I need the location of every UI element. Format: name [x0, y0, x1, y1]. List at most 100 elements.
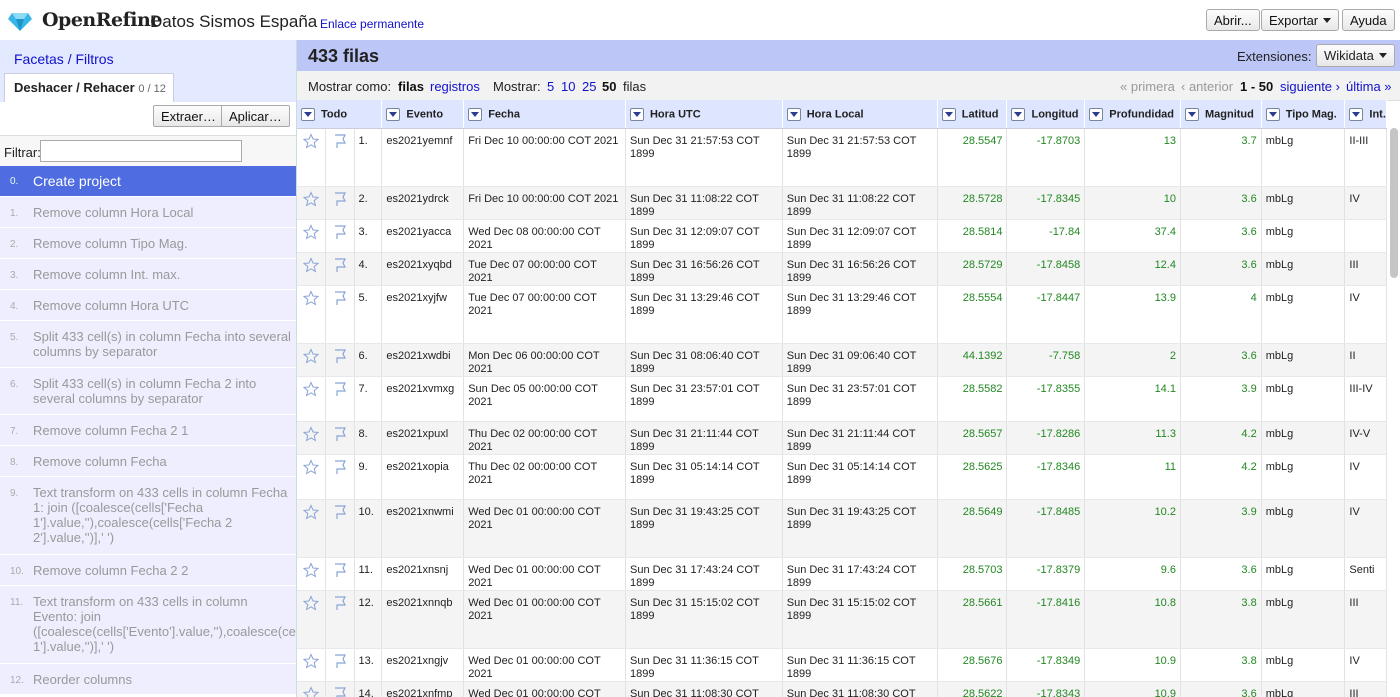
column-menu-icon[interactable]	[1011, 107, 1026, 121]
hora-local-cell[interactable]: Sun Dec 31 21:11:44 COT 1899	[782, 421, 938, 455]
evento-cell[interactable]: es2021yacca	[381, 219, 465, 253]
hora-utc-cell[interactable]: Sun Dec 31 23:57:01 COT 1899	[625, 376, 783, 422]
star-icon[interactable]	[297, 343, 327, 377]
help-button[interactable]: Ayuda	[1342, 9, 1395, 31]
column-header-profundidad[interactable]: Profundidad	[1084, 100, 1181, 129]
hora-utc-cell[interactable]: Sun Dec 31 05:14:14 COT 1899	[625, 454, 783, 500]
row-index[interactable]: 14.	[354, 681, 383, 697]
int-cell[interactable]: IV	[1344, 186, 1387, 220]
int-cell[interactable]: III	[1344, 681, 1387, 697]
history-item[interactable]: 10. Remove column Fecha 2 2	[0, 555, 296, 586]
evento-cell[interactable]: es2021xnsnj	[381, 557, 465, 591]
int-cell[interactable]: IV	[1344, 648, 1387, 682]
magnitud-cell[interactable]: 3.6	[1180, 186, 1262, 220]
tipo-mag-cell[interactable]: mbLg	[1261, 454, 1346, 500]
flag-icon[interactable]	[325, 219, 355, 253]
hora-utc-cell[interactable]: Sun Dec 31 17:43:24 COT 1899	[625, 557, 783, 591]
evento-cell[interactable]: es2021xnnqb	[381, 590, 465, 649]
history-item[interactable]: 12. Reorder columns	[0, 664, 296, 695]
row-index[interactable]: 10.	[354, 499, 383, 558]
open-button[interactable]: Abrir...	[1206, 9, 1260, 31]
hora-local-cell[interactable]: Sun Dec 31 21:57:53 COT 1899	[782, 128, 938, 187]
column-menu-icon[interactable]	[386, 107, 401, 121]
longitud-cell[interactable]: -17.8345	[1006, 186, 1086, 220]
tipo-mag-cell[interactable]: mbLg	[1261, 648, 1346, 682]
int-cell[interactable]: II-III	[1344, 128, 1387, 187]
hora-local-cell[interactable]: Sun Dec 31 19:43:25 COT 1899	[782, 499, 938, 558]
column-menu-icon[interactable]	[468, 107, 483, 121]
evento-cell[interactable]: es2021ydrck	[381, 186, 465, 220]
history-item[interactable]: 0. Create project	[0, 166, 296, 197]
longitud-cell[interactable]: -17.8343	[1006, 681, 1086, 697]
latitud-cell[interactable]: 28.5661	[937, 590, 1008, 649]
column-menu-icon[interactable]	[301, 107, 315, 121]
tipo-mag-cell[interactable]: mbLg	[1261, 681, 1346, 697]
tipo-mag-cell[interactable]: mbLg	[1261, 285, 1346, 344]
int-cell[interactable]: Senti	[1344, 557, 1387, 591]
tipo-mag-cell[interactable]: mbLg	[1261, 590, 1346, 649]
latitud-cell[interactable]: 28.5622	[937, 681, 1008, 697]
profundidad-cell[interactable]: 11	[1084, 454, 1181, 500]
row-index[interactable]: 11.	[354, 557, 383, 591]
evento-cell[interactable]: es2021xnfmp	[381, 681, 465, 697]
row-index[interactable]: 2.	[354, 186, 383, 220]
profundidad-cell[interactable]: 14.1	[1084, 376, 1181, 422]
row-index[interactable]: 4.	[354, 252, 383, 286]
column-header-hora-local[interactable]: Hora Local	[782, 100, 938, 129]
export-button[interactable]: Exportar	[1261, 9, 1340, 31]
star-icon[interactable]	[297, 681, 327, 697]
profundidad-cell[interactable]: 10.9	[1084, 681, 1181, 697]
longitud-cell[interactable]: -17.8416	[1006, 590, 1086, 649]
star-icon[interactable]	[297, 421, 327, 455]
hora-utc-cell[interactable]: Sun Dec 31 21:11:44 COT 1899	[625, 421, 783, 455]
magnitud-cell[interactable]: 3.7	[1180, 128, 1262, 187]
magnitud-cell[interactable]: 3.6	[1180, 219, 1262, 253]
profundidad-cell[interactable]: 10.8	[1084, 590, 1181, 649]
evento-cell[interactable]: es2021yemnf	[381, 128, 465, 187]
longitud-cell[interactable]: -17.8349	[1006, 648, 1086, 682]
latitud-cell[interactable]: 28.5728	[937, 186, 1008, 220]
flag-icon[interactable]	[325, 343, 355, 377]
apply-button[interactable]: Aplicar…	[221, 105, 290, 127]
latitud-cell[interactable]: 28.5625	[937, 454, 1008, 500]
magnitud-cell[interactable]: 3.6	[1180, 557, 1262, 591]
view-rows-option[interactable]: filas	[398, 79, 424, 94]
tab-undo-redo[interactable]: Deshacer / Rehacer 0 / 12	[4, 73, 174, 103]
hora-utc-cell[interactable]: Sun Dec 31 15:15:02 COT 1899	[625, 590, 783, 649]
fecha-cell[interactable]: Wed Dec 01 00:00:00 COT 2021	[463, 557, 626, 591]
history-item[interactable]: 1. Remove column Hora Local	[0, 197, 296, 228]
int-cell[interactable]: III	[1344, 252, 1387, 286]
history-item[interactable]: 11. Text transform on 433 cells in column…	[0, 586, 350, 664]
longitud-cell[interactable]: -17.8485	[1006, 499, 1086, 558]
magnitud-cell[interactable]: 3.9	[1180, 499, 1262, 558]
column-menu-icon[interactable]	[941, 107, 956, 121]
magnitud-cell[interactable]: 3.6	[1180, 681, 1262, 697]
column-header-int[interactable]: Int.	[1344, 100, 1387, 129]
column-header-todo[interactable]: Todo	[297, 100, 383, 129]
row-index[interactable]: 8.	[354, 421, 383, 455]
profundidad-cell[interactable]: 10	[1084, 186, 1181, 220]
latitud-cell[interactable]: 28.5649	[937, 499, 1008, 558]
latitud-cell[interactable]: 28.5703	[937, 557, 1008, 591]
flag-icon[interactable]	[325, 557, 355, 591]
flag-icon[interactable]	[325, 285, 355, 344]
longitud-cell[interactable]: -17.8286	[1006, 421, 1086, 455]
last-page-link[interactable]: última »	[1346, 79, 1392, 94]
tipo-mag-cell[interactable]: mbLg	[1261, 186, 1346, 220]
magnitud-cell[interactable]: 3.6	[1180, 252, 1262, 286]
flag-icon[interactable]	[325, 499, 355, 558]
column-header-evento[interactable]: Evento	[381, 100, 465, 129]
row-index[interactable]: 1.	[354, 128, 383, 187]
row-index[interactable]: 13.	[354, 648, 383, 682]
hora-utc-cell[interactable]: Sun Dec 31 08:06:40 COT 1899	[625, 343, 783, 377]
hora-local-cell[interactable]: Sun Dec 31 13:29:46 COT 1899	[782, 285, 938, 344]
magnitud-cell[interactable]: 3.8	[1180, 648, 1262, 682]
column-header-longitud[interactable]: Longitud	[1006, 100, 1086, 129]
column-menu-icon[interactable]	[1089, 107, 1104, 121]
tipo-mag-cell[interactable]: mbLg	[1261, 343, 1346, 377]
hora-utc-cell[interactable]: Sun Dec 31 19:43:25 COT 1899	[625, 499, 783, 558]
evento-cell[interactable]: es2021xwdbi	[381, 343, 465, 377]
flag-icon[interactable]	[325, 128, 355, 187]
column-header-latitud[interactable]: Latitud	[937, 100, 1008, 129]
profundidad-cell[interactable]: 9.6	[1084, 557, 1181, 591]
